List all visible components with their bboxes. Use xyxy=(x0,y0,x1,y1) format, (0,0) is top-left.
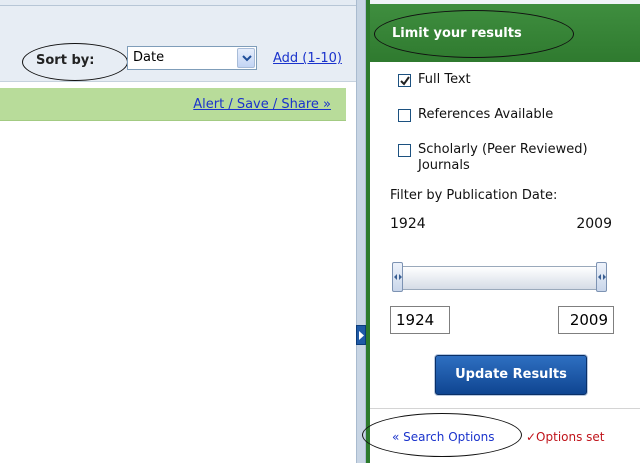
sort-toolbar: Sort by: Date Add (1-10) xyxy=(0,6,356,82)
highlight-ellipse-title xyxy=(374,10,574,58)
filter-full-text[interactable]: Full Text xyxy=(398,72,471,88)
start-year-input[interactable]: 1924 xyxy=(390,306,450,334)
update-results-button[interactable]: Update Results xyxy=(435,355,587,395)
date-range-slider[interactable] xyxy=(394,266,604,290)
range-max-year: 2009 xyxy=(576,216,612,232)
pane-divider[interactable] xyxy=(356,0,366,463)
slider-max-handle[interactable] xyxy=(596,262,607,292)
full-text-checkbox[interactable] xyxy=(398,74,411,87)
filter-scholarly-journals[interactable]: Scholarly (Peer Reviewed) Journals xyxy=(398,142,638,174)
references-available-label: References Available xyxy=(418,107,554,122)
sort-select-value: Date xyxy=(133,50,165,65)
scholarly-journals-checkbox[interactable] xyxy=(398,144,411,157)
filter-references-available[interactable]: References Available xyxy=(398,107,553,123)
chevron-down-icon[interactable] xyxy=(237,48,255,68)
alert-save-share-bar: Alert / Save / Share » xyxy=(0,88,346,121)
slider-grip-icon xyxy=(598,274,606,280)
add-results-link[interactable]: Add (1-10) xyxy=(273,51,342,66)
full-text-label: Full Text xyxy=(418,72,471,87)
sort-label: Sort by: xyxy=(36,53,95,68)
options-set-indicator: ✓Options set xyxy=(526,430,605,444)
scholarly-journals-label: Scholarly (Peer Reviewed) Journals xyxy=(418,142,588,173)
publication-date-filter-label: Filter by Publication Date: xyxy=(390,188,558,203)
expand-arrow-icon[interactable] xyxy=(356,325,366,345)
limit-results-panel: Limit your results Full Text References … xyxy=(362,0,640,463)
search-options-link[interactable]: « Search Options xyxy=(392,430,495,444)
end-year-input[interactable]: 2009 xyxy=(558,306,614,334)
slider-min-handle[interactable] xyxy=(392,262,403,292)
panel-separator xyxy=(370,408,640,409)
sort-select[interactable]: Date xyxy=(127,46,257,70)
slider-grip-icon xyxy=(394,274,402,280)
references-available-checkbox[interactable] xyxy=(398,109,411,122)
range-min-year: 1924 xyxy=(390,216,426,232)
alert-save-share-link[interactable]: Alert / Save / Share » xyxy=(193,97,331,112)
